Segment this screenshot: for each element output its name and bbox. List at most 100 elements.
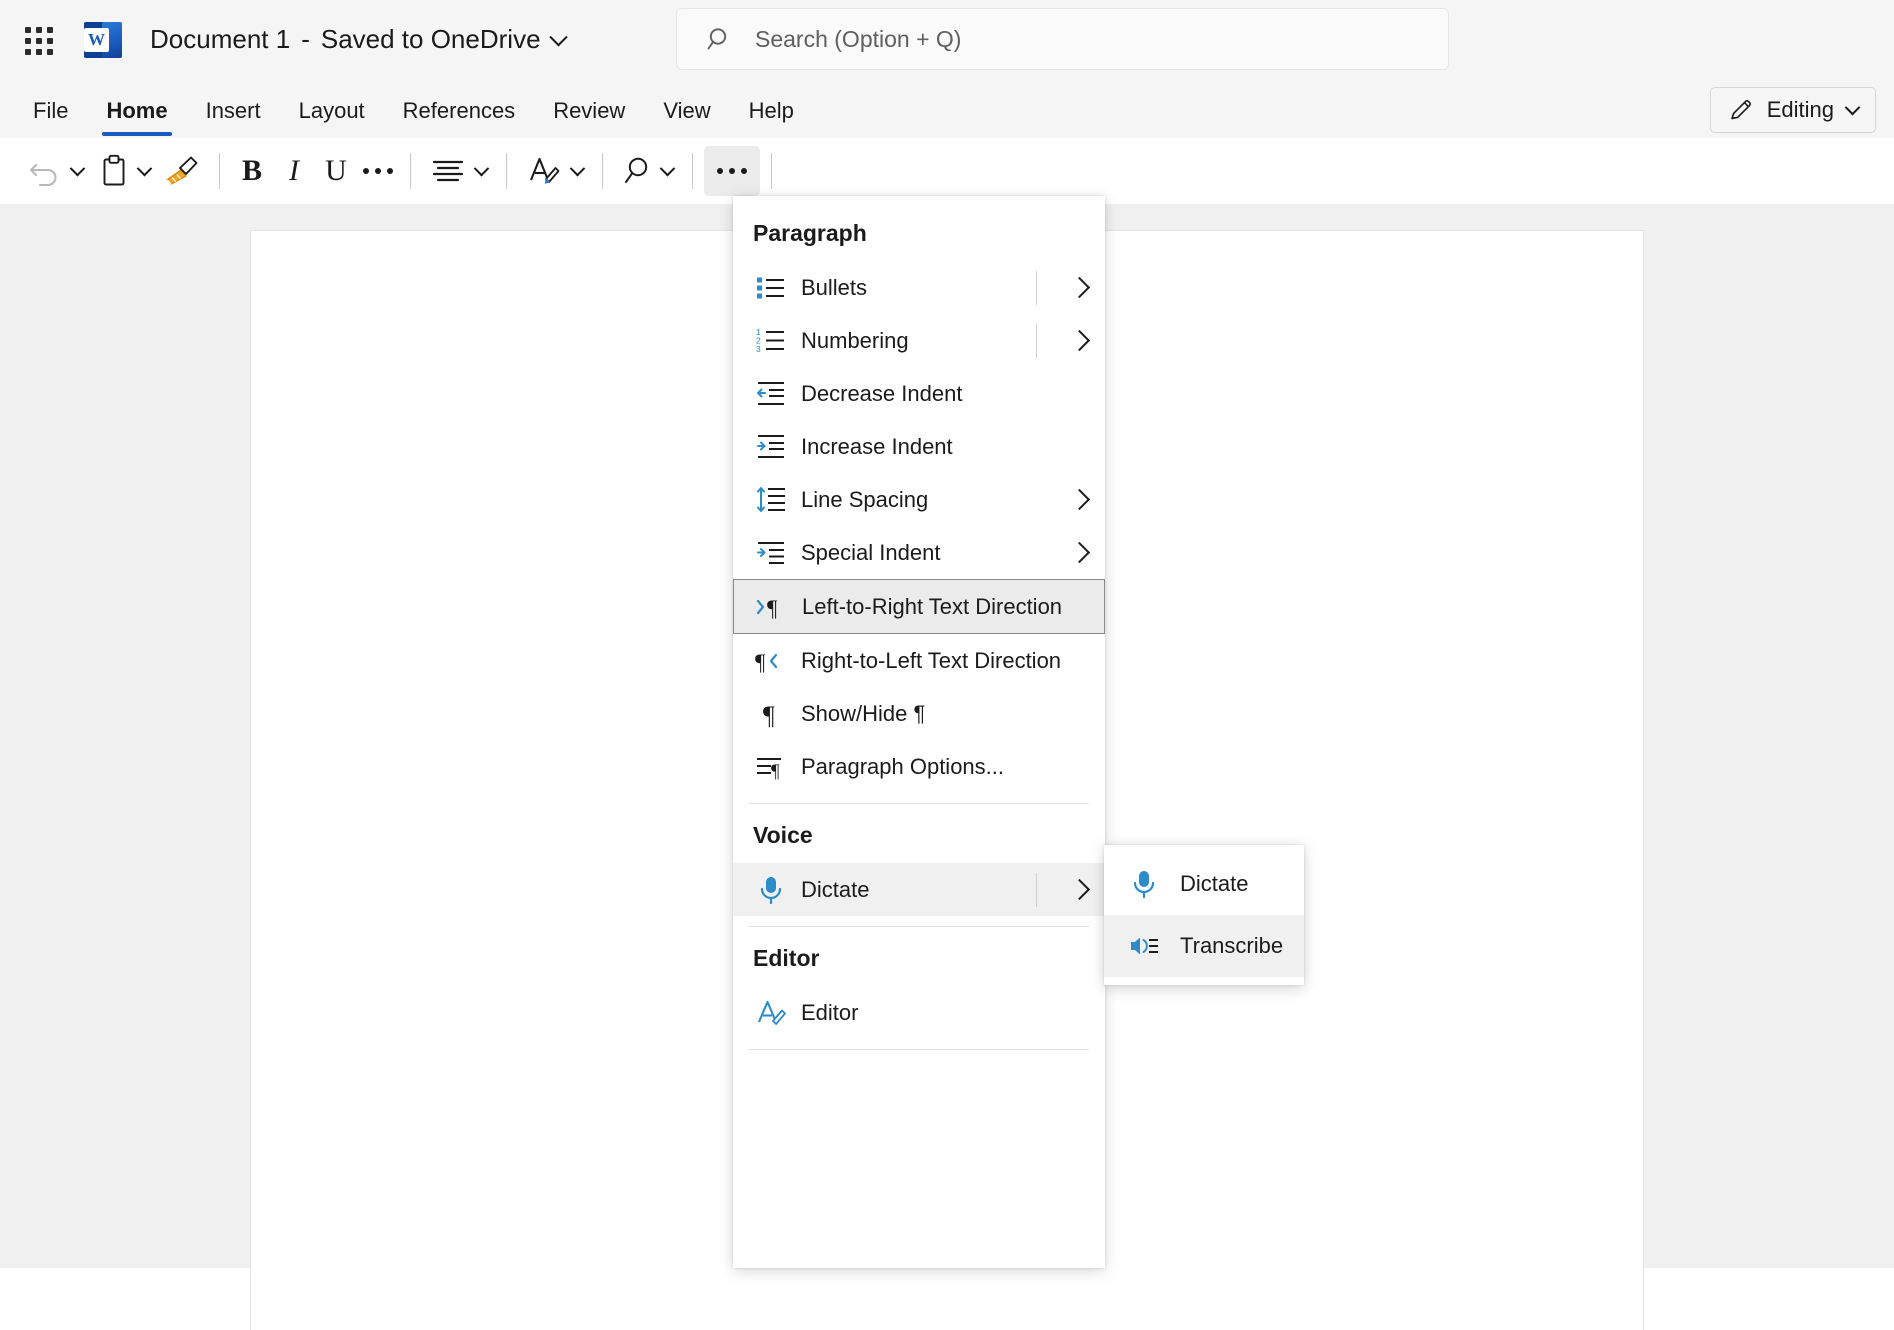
editing-mode-button[interactable]: Editing: [1710, 87, 1876, 133]
submenu-item-dictate[interactable]: Dictate: [1104, 853, 1304, 915]
toolbar-divider: [410, 153, 411, 189]
tab-help[interactable]: Help: [730, 98, 813, 138]
ribbon-tab-strip: File Home Insert Layout References Revie…: [0, 79, 1894, 138]
search-icon: [707, 26, 733, 52]
tab-references[interactable]: References: [384, 98, 535, 138]
word-logo-letter: W: [84, 28, 109, 52]
chevron-down-icon[interactable]: [70, 160, 86, 176]
chevron-down-icon[interactable]: [570, 160, 586, 176]
format-painter-button[interactable]: [158, 146, 208, 196]
menu-item-special-indent[interactable]: Special Indent: [733, 526, 1105, 579]
clipboard-icon: [99, 154, 129, 188]
menu-item-decrease-indent[interactable]: Decrease Indent: [733, 367, 1105, 420]
undo-arrow-icon: [28, 156, 62, 186]
svg-text:¶: ¶: [767, 596, 778, 621]
submenu-item-label: Transcribe: [1180, 933, 1283, 959]
svg-text:¶: ¶: [763, 701, 775, 729]
italic-button[interactable]: I: [273, 146, 315, 196]
menu-item-left-to-right-text-direction[interactable]: ¶ Left-to-Right Text Direction: [733, 579, 1105, 634]
underline-icon: U: [325, 154, 347, 188]
menu-item-label: Bullets: [801, 275, 867, 301]
tab-insert[interactable]: Insert: [187, 98, 280, 138]
paragraph-options-icon: ¶: [749, 752, 793, 782]
italic-icon: I: [289, 154, 299, 188]
menu-item-label: Editor: [801, 1000, 858, 1026]
menu-item-show-hide-formatting-marks[interactable]: ¶ Show/Hide ¶: [733, 687, 1105, 740]
align-lines-icon: [430, 156, 466, 186]
bold-button[interactable]: B: [231, 146, 273, 196]
menu-item-line-spacing[interactable]: Line Spacing: [733, 473, 1105, 526]
paint-brush-icon: [164, 154, 202, 188]
tab-home[interactable]: Home: [87, 98, 186, 138]
toolbar-divider: [771, 153, 772, 189]
submenu-item-label: Dictate: [1180, 871, 1248, 897]
menu-item-dictate[interactable]: Dictate: [733, 863, 1105, 916]
menu-item-label: Numbering: [801, 328, 909, 354]
menu-item-right-to-left-text-direction[interactable]: ¶ Right-to-Left Text Direction: [733, 634, 1105, 687]
chevron-down-icon: [1845, 99, 1861, 115]
document-name: Document 1: [150, 24, 290, 55]
paragraph-align-button[interactable]: [422, 146, 495, 196]
menu-section-heading-editor: Editor: [733, 927, 1105, 986]
increase-indent-icon: [749, 432, 793, 462]
menu-section-heading-paragraph: Paragraph: [733, 202, 1105, 261]
menu-item-numbering[interactable]: 1 2 3 Numbering: [733, 314, 1105, 367]
chevron-right-icon[interactable]: [1069, 489, 1090, 510]
decrease-indent-icon: [749, 379, 793, 409]
tab-file[interactable]: File: [14, 98, 87, 138]
menu-item-paragraph-options[interactable]: ¶ Paragraph Options...: [733, 740, 1105, 793]
document-title[interactable]: Document 1 - Saved to OneDrive: [150, 24, 565, 55]
microphone-icon: [1122, 868, 1166, 900]
menu-item-label: Paragraph Options...: [801, 754, 1004, 780]
menu-item-label: Dictate: [801, 877, 869, 903]
chevron-down-icon[interactable]: [660, 160, 676, 176]
tab-view[interactable]: View: [644, 98, 729, 138]
more-font-options-button[interactable]: [357, 146, 399, 196]
text-highlight-button[interactable]: [518, 146, 591, 196]
bold-icon: B: [242, 154, 262, 188]
svg-text:¶: ¶: [771, 761, 780, 782]
editing-mode-label: Editing: [1767, 97, 1834, 123]
toolbar-divider: [219, 153, 220, 189]
pilcrow-icon: ¶: [749, 699, 793, 729]
menu-item-divider: [1036, 271, 1037, 305]
chevron-down-icon[interactable]: [549, 28, 567, 46]
tab-layout[interactable]: Layout: [280, 98, 384, 138]
numbered-list-icon: 1 2 3: [749, 326, 793, 356]
rtl-text-direction-icon: ¶: [749, 646, 793, 676]
word-logo-icon: W: [84, 18, 122, 62]
menu-item-divider: [1036, 324, 1037, 358]
search-icon: [622, 155, 652, 187]
svg-text:¶: ¶: [755, 650, 766, 675]
chevron-right-icon[interactable]: [1069, 277, 1090, 298]
chevron-right-icon[interactable]: [1069, 330, 1090, 351]
menu-item-label: Increase Indent: [801, 434, 953, 460]
chevron-down-icon[interactable]: [137, 160, 153, 176]
menu-divider: [749, 1049, 1089, 1050]
menu-item-increase-indent[interactable]: Increase Indent: [733, 420, 1105, 473]
undo-button[interactable]: [20, 146, 91, 196]
ltr-text-direction-icon: ¶: [750, 592, 794, 622]
submenu-item-transcribe[interactable]: Transcribe: [1104, 915, 1304, 977]
chevron-right-icon[interactable]: [1069, 542, 1090, 563]
paste-button[interactable]: [91, 146, 158, 196]
chevron-right-icon[interactable]: [1069, 879, 1090, 900]
more-options-menu: Paragraph Bullets 1 2 3: [733, 196, 1105, 1268]
menu-item-label: Left-to-Right Text Direction: [802, 594, 1062, 620]
formatting-toolbar: B I U: [0, 138, 1894, 204]
tab-review[interactable]: Review: [534, 98, 644, 138]
underline-button[interactable]: U: [315, 146, 357, 196]
app-launcher-grid-icon[interactable]: [14, 16, 62, 64]
more-options-button[interactable]: [704, 146, 760, 196]
find-button[interactable]: [614, 146, 681, 196]
menu-item-bullets[interactable]: Bullets: [733, 261, 1105, 314]
search-input[interactable]: Search (Option + Q): [676, 8, 1449, 70]
chevron-down-icon[interactable]: [474, 160, 490, 176]
menu-item-editor[interactable]: Editor: [733, 986, 1105, 1039]
dictate-submenu: Dictate Transcribe: [1104, 845, 1304, 985]
menu-item-label: Line Spacing: [801, 487, 928, 513]
ellipsis-icon: [363, 168, 393, 174]
microphone-icon: [749, 874, 793, 906]
toolbar-divider: [506, 153, 507, 189]
line-spacing-icon: [749, 485, 793, 515]
